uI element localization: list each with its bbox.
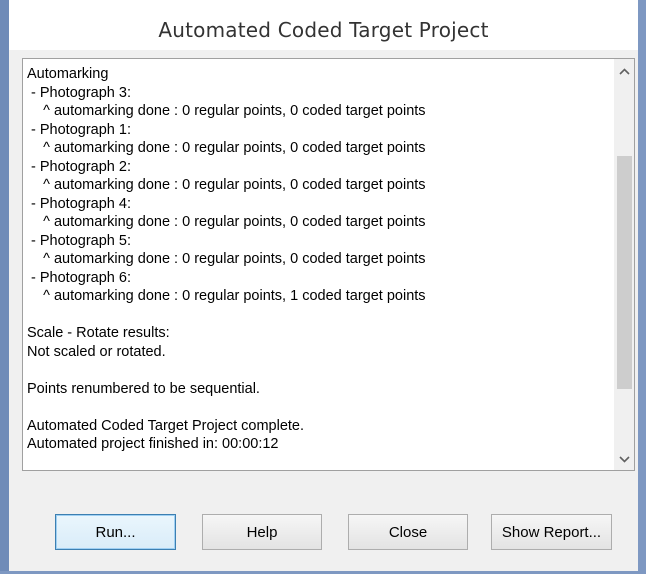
- log-line: Not scaled or rotated.: [27, 343, 166, 360]
- window-frame-left: [0, 0, 9, 574]
- log-line: ^ automarking done : 0 regular points, 0…: [27, 140, 426, 156]
- scroll-down-button[interactable]: [615, 451, 634, 468]
- log-output-box[interactable]: Automarking - Photograph 3: ^ automarkin…: [22, 58, 635, 471]
- show-report-button[interactable]: Show Report...: [491, 514, 612, 550]
- log-line: Automarking: [27, 66, 109, 82]
- close-button[interactable]: Close: [348, 514, 468, 550]
- log-line: - Photograph 6:: [27, 269, 131, 286]
- dialog-window: Automated Coded Target Project Automarki…: [0, 0, 646, 574]
- log-line: - Photograph 3:: [27, 84, 131, 101]
- run-button[interactable]: Run...: [55, 514, 176, 550]
- chevron-up-icon: [619, 68, 630, 75]
- window-title: Automated Coded Target Project: [158, 18, 489, 42]
- chevron-down-icon: [619, 456, 630, 463]
- log-line: Automated project finished in: 00:00:12: [27, 436, 279, 452]
- log-line: Points renumbered to be sequential.: [27, 380, 260, 397]
- log-line: ^ automarking done : 0 regular points, 0…: [27, 103, 426, 119]
- log-line: ^ automarking done : 0 regular points, 0…: [27, 251, 426, 267]
- log-line: ^ automarking done : 0 regular points, 0…: [27, 177, 426, 193]
- log-text-area[interactable]: Automarking - Photograph 3: ^ automarkin…: [23, 59, 614, 470]
- log-line: Scale - Rotate results:: [27, 325, 170, 341]
- scroll-up-button[interactable]: [615, 63, 634, 80]
- scroll-track[interactable]: [615, 81, 634, 450]
- log-line: - Photograph 4:: [27, 195, 131, 212]
- log-line: ^ automarking done : 0 regular points, 0…: [27, 214, 426, 230]
- window-frame-right: [638, 0, 646, 574]
- log-line: Automated Coded Target Project complete.: [27, 417, 305, 434]
- scroll-thumb[interactable]: [617, 156, 632, 389]
- log-line: - Photograph 1:: [27, 121, 131, 138]
- log-line: ^ automarking done : 0 regular points, 1…: [27, 288, 426, 304]
- log-line: - Photograph 2:: [27, 158, 131, 175]
- log-line: - Photograph 5:: [27, 232, 131, 249]
- help-button[interactable]: Help: [202, 514, 322, 550]
- vertical-scrollbar[interactable]: [614, 59, 634, 470]
